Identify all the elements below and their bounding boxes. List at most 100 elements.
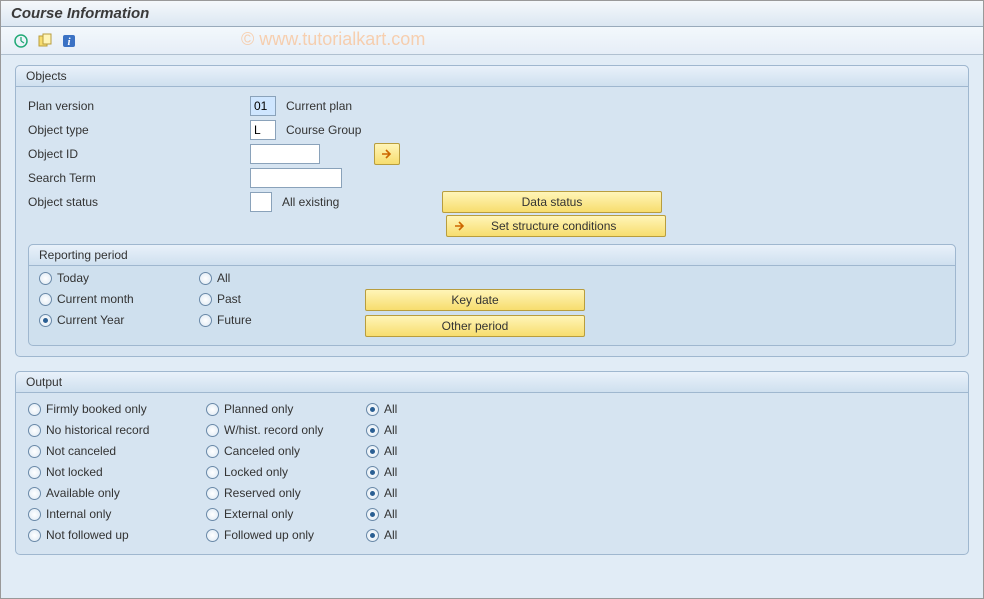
plan-version-desc: Current plan: [286, 99, 352, 113]
plan-version-label: Plan version: [28, 99, 250, 113]
radio-icon: [366, 424, 379, 437]
radio-label: All: [384, 444, 397, 458]
radio-icon: [28, 424, 41, 437]
search-term-label: Search Term: [28, 171, 250, 185]
output-radio-r6-c1[interactable]: Not followed up: [28, 526, 206, 544]
output-radio-r4-c3[interactable]: All: [366, 484, 466, 502]
output-radio-r5-c3[interactable]: All: [366, 505, 466, 523]
radio-label: Today: [57, 271, 89, 285]
radio-icon: [206, 487, 219, 500]
radio-label: All: [217, 271, 230, 285]
set-structure-button[interactable]: Set structure conditions: [446, 215, 666, 237]
radio-icon: [28, 529, 41, 542]
search-term-input[interactable]: [250, 168, 342, 188]
object-id-label: Object ID: [28, 147, 250, 161]
radio-label: All: [384, 486, 397, 500]
output-radio-r2-c1[interactable]: Not canceled: [28, 442, 206, 460]
output-radio-r6-c3[interactable]: All: [366, 526, 466, 544]
radio-icon: [206, 508, 219, 521]
object-status-desc: All existing: [282, 195, 442, 209]
output-radio-r4-c2[interactable]: Reserved only: [206, 484, 366, 502]
reporting-radio-future[interactable]: Future: [199, 311, 359, 329]
radio-label: Not followed up: [46, 528, 129, 542]
object-status-input[interactable]: [250, 192, 272, 212]
reporting-period-group: Reporting period TodayCurrent monthCurre…: [28, 244, 956, 346]
radio-label: Not locked: [46, 465, 103, 479]
radio-icon: [39, 293, 52, 306]
radio-icon: [28, 445, 41, 458]
arrow-right-icon: [380, 148, 394, 160]
radio-icon: [39, 272, 52, 285]
radio-label: All: [384, 423, 397, 437]
output-radio-r4-c1[interactable]: Available only: [28, 484, 206, 502]
radio-icon: [366, 403, 379, 416]
output-radio-r0-c1[interactable]: Firmly booked only: [28, 400, 206, 418]
radio-label: All: [384, 528, 397, 542]
radio-label: All: [384, 402, 397, 416]
radio-label: W/hist. record only: [224, 423, 323, 437]
radio-label: Locked only: [224, 465, 288, 479]
info-icon[interactable]: i: [59, 31, 79, 51]
set-structure-label: Set structure conditions: [491, 219, 616, 233]
page-title: Course Information: [1, 1, 983, 27]
objects-group: Objects Plan version Current plan Object…: [15, 65, 969, 357]
output-radio-r2-c2[interactable]: Canceled only: [206, 442, 366, 460]
object-status-label: Object status: [28, 195, 250, 209]
radio-label: Available only: [46, 486, 120, 500]
output-radio-r1-c1[interactable]: No historical record: [28, 421, 206, 439]
reporting-radio-current-month[interactable]: Current month: [39, 290, 199, 308]
output-radio-r3-c2[interactable]: Locked only: [206, 463, 366, 481]
plan-version-input[interactable]: [250, 96, 276, 116]
radio-icon: [366, 487, 379, 500]
radio-label: Future: [217, 313, 252, 327]
object-id-input[interactable]: [250, 144, 320, 164]
radio-label: Current month: [57, 292, 134, 306]
radio-label: All: [384, 507, 397, 521]
object-type-label: Object type: [28, 123, 250, 137]
multiple-selection-button[interactable]: [374, 143, 400, 165]
output-radio-r1-c2[interactable]: W/hist. record only: [206, 421, 366, 439]
reporting-radio-today[interactable]: Today: [39, 269, 199, 287]
reporting-radio-past[interactable]: Past: [199, 290, 359, 308]
radio-icon: [206, 403, 219, 416]
data-status-button[interactable]: Data status: [442, 191, 662, 213]
output-radio-r2-c3[interactable]: All: [366, 442, 466, 460]
objects-legend: Objects: [15, 65, 969, 87]
reporting-radio-current-year[interactable]: Current Year: [39, 311, 199, 329]
radio-label: No historical record: [46, 423, 149, 437]
radio-icon: [28, 403, 41, 416]
output-radio-r3-c3[interactable]: All: [366, 463, 466, 481]
variant-icon[interactable]: [35, 31, 55, 51]
radio-label: Planned only: [224, 402, 293, 416]
radio-icon: [366, 508, 379, 521]
output-radio-r5-c1[interactable]: Internal only: [28, 505, 206, 523]
output-group: Output Firmly booked onlyNo historical r…: [15, 371, 969, 555]
execute-icon[interactable]: [11, 31, 31, 51]
reporting-radio-all[interactable]: All: [199, 269, 359, 287]
key-date-button[interactable]: Key date: [365, 289, 585, 311]
radio-icon: [206, 529, 219, 542]
radio-icon: [39, 314, 52, 327]
output-radio-r0-c2[interactable]: Planned only: [206, 400, 366, 418]
output-radio-r6-c2[interactable]: Followed up only: [206, 526, 366, 544]
radio-icon: [366, 529, 379, 542]
radio-icon: [206, 445, 219, 458]
radio-label: Firmly booked only: [46, 402, 147, 416]
arrow-right-icon: [453, 220, 467, 232]
output-radio-r0-c3[interactable]: All: [366, 400, 466, 418]
radio-label: Followed up only: [224, 528, 314, 542]
radio-label: Not canceled: [46, 444, 116, 458]
radio-icon: [28, 508, 41, 521]
other-period-button[interactable]: Other period: [365, 315, 585, 337]
radio-label: Internal only: [46, 507, 111, 521]
radio-icon: [206, 424, 219, 437]
radio-icon: [366, 466, 379, 479]
object-type-input[interactable]: [250, 120, 276, 140]
output-radio-r3-c1[interactable]: Not locked: [28, 463, 206, 481]
radio-label: Past: [217, 292, 241, 306]
radio-label: External only: [224, 507, 293, 521]
output-radio-r5-c2[interactable]: External only: [206, 505, 366, 523]
radio-label: All: [384, 465, 397, 479]
output-radio-r1-c3[interactable]: All: [366, 421, 466, 439]
radio-icon: [28, 487, 41, 500]
